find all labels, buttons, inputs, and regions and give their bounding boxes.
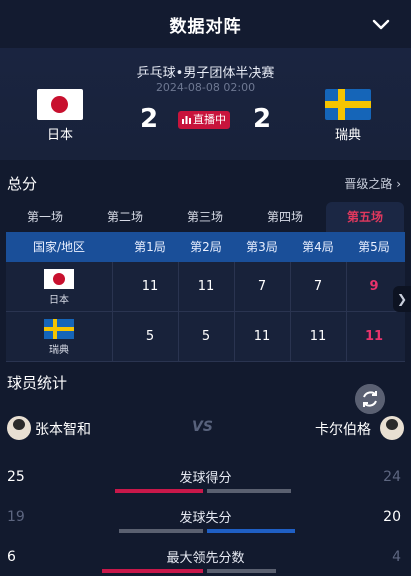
- stat-left-bar: [102, 489, 203, 493]
- game-tabs: 第一场 第二场 第三场 第四场 第五场: [6, 202, 405, 232]
- game-score: 11: [253, 329, 271, 344]
- stat-label: 发球得分: [179, 471, 232, 486]
- home-team-name: 日本: [46, 128, 73, 143]
- divider: [178, 262, 179, 362]
- tab-game-5[interactable]: 第五场: [326, 202, 404, 232]
- country-name: 日本: [49, 295, 69, 306]
- stat-right-bar: [207, 569, 308, 573]
- avatar: [380, 416, 404, 440]
- game-score: 11: [364, 329, 384, 344]
- country-cell: 瑞典: [6, 312, 112, 362]
- japan-flag-icon: [37, 89, 83, 120]
- left-player-name: 张本智和: [35, 422, 91, 438]
- stat-label: 发球失分: [179, 511, 232, 526]
- japan-flag-icon: [44, 269, 74, 289]
- stat-right-fill: [207, 489, 291, 493]
- summary-title: 总分: [7, 175, 38, 193]
- advancement-link-label: 晋级之路: [344, 177, 393, 191]
- live-label: 直播中: [193, 113, 226, 126]
- tab-game-4[interactable]: 第四场: [246, 202, 324, 232]
- stat-right-value: 20: [383, 509, 401, 525]
- column-header: 第4局: [302, 240, 334, 254]
- stat-row-serve-lost: 发球失分 19 20: [0, 507, 411, 543]
- event-name: 乒乓球•男子团体半决赛: [136, 66, 275, 81]
- stat-right-fill: [207, 529, 295, 533]
- stat-right-value: 4: [392, 549, 401, 565]
- stat-row-max-lead: 最大领先分数 6 4: [0, 547, 411, 576]
- game-score: 11: [141, 279, 159, 294]
- player-stats-title: 球员统计: [7, 374, 68, 392]
- chevron-right-icon: ›: [396, 177, 401, 191]
- column-header: 国家/地区: [32, 240, 86, 254]
- stat-left-bar: [102, 569, 203, 573]
- game-score: 7: [257, 279, 267, 294]
- divider: [290, 262, 291, 362]
- divider: [346, 262, 347, 362]
- game-score: 11: [197, 279, 215, 294]
- divider: [234, 262, 235, 362]
- column-header: 第1局: [134, 240, 166, 254]
- sweden-flag-icon: [44, 319, 74, 339]
- stat-left-bar: [102, 529, 203, 533]
- scroll-right-handle[interactable]: ❯: [393, 286, 411, 312]
- game-score: 5: [201, 329, 211, 344]
- top-bar: 数据对阵: [0, 0, 411, 48]
- stat-right-bar: [207, 489, 308, 493]
- score-table: 国家/地区 第1局 第2局 第3局 第4局 第5局 日本 11 11 7 7 9…: [6, 232, 405, 362]
- stat-left-fill: [119, 529, 203, 533]
- stat-right-fill: [207, 569, 276, 573]
- sweden-flag-icon: [325, 89, 371, 120]
- stat-label: 最大领先分数: [166, 551, 245, 566]
- game-score: 11: [309, 329, 327, 344]
- tab-game-2[interactable]: 第二场: [86, 202, 164, 232]
- away-score: 2: [253, 104, 272, 134]
- away-team-name: 瑞典: [334, 128, 361, 143]
- match-header: 乒乓球•男子团体半决赛 2024-08-08 02:00 日本 2 直播中 2 …: [0, 48, 411, 160]
- live-badge: 直播中: [178, 111, 230, 129]
- country-name: 瑞典: [49, 345, 69, 356]
- stat-right-value: 24: [383, 469, 401, 485]
- stat-left-fill: [102, 569, 203, 573]
- stat-left-value: 19: [7, 509, 25, 525]
- tab-game-3[interactable]: 第三场: [166, 202, 244, 232]
- table-header: 国家/地区 第1局 第2局 第3局 第4局 第5局: [6, 232, 405, 262]
- avatar: [7, 416, 31, 440]
- column-header: 第3局: [246, 240, 278, 254]
- stat-row-serve-won: 发球得分 25 24: [0, 467, 411, 503]
- column-header: 第5局: [358, 240, 390, 254]
- refresh-icon[interactable]: [355, 384, 385, 414]
- game-score: 5: [145, 329, 155, 344]
- home-score: 2: [140, 104, 159, 134]
- versus-label: VS: [192, 419, 213, 435]
- stat-left-value: 6: [7, 549, 16, 565]
- live-bars-icon: [182, 116, 191, 124]
- stat-right-bar: [207, 529, 308, 533]
- right-player-name: 卡尔伯格: [315, 422, 371, 438]
- divider: [112, 262, 113, 362]
- summary-header: 总分 晋级之路 ›: [0, 168, 411, 196]
- stat-left-fill: [115, 489, 203, 493]
- chevron-down-icon[interactable]: [371, 14, 391, 34]
- advancement-link[interactable]: 晋级之路 ›: [344, 175, 401, 192]
- page-title: 数据对阵: [169, 16, 242, 37]
- game-score: 7: [313, 279, 323, 294]
- stat-left-value: 25: [7, 469, 25, 485]
- column-header: 第2局: [190, 240, 222, 254]
- country-cell: 日本: [6, 262, 112, 312]
- tab-game-1[interactable]: 第一场: [6, 202, 84, 232]
